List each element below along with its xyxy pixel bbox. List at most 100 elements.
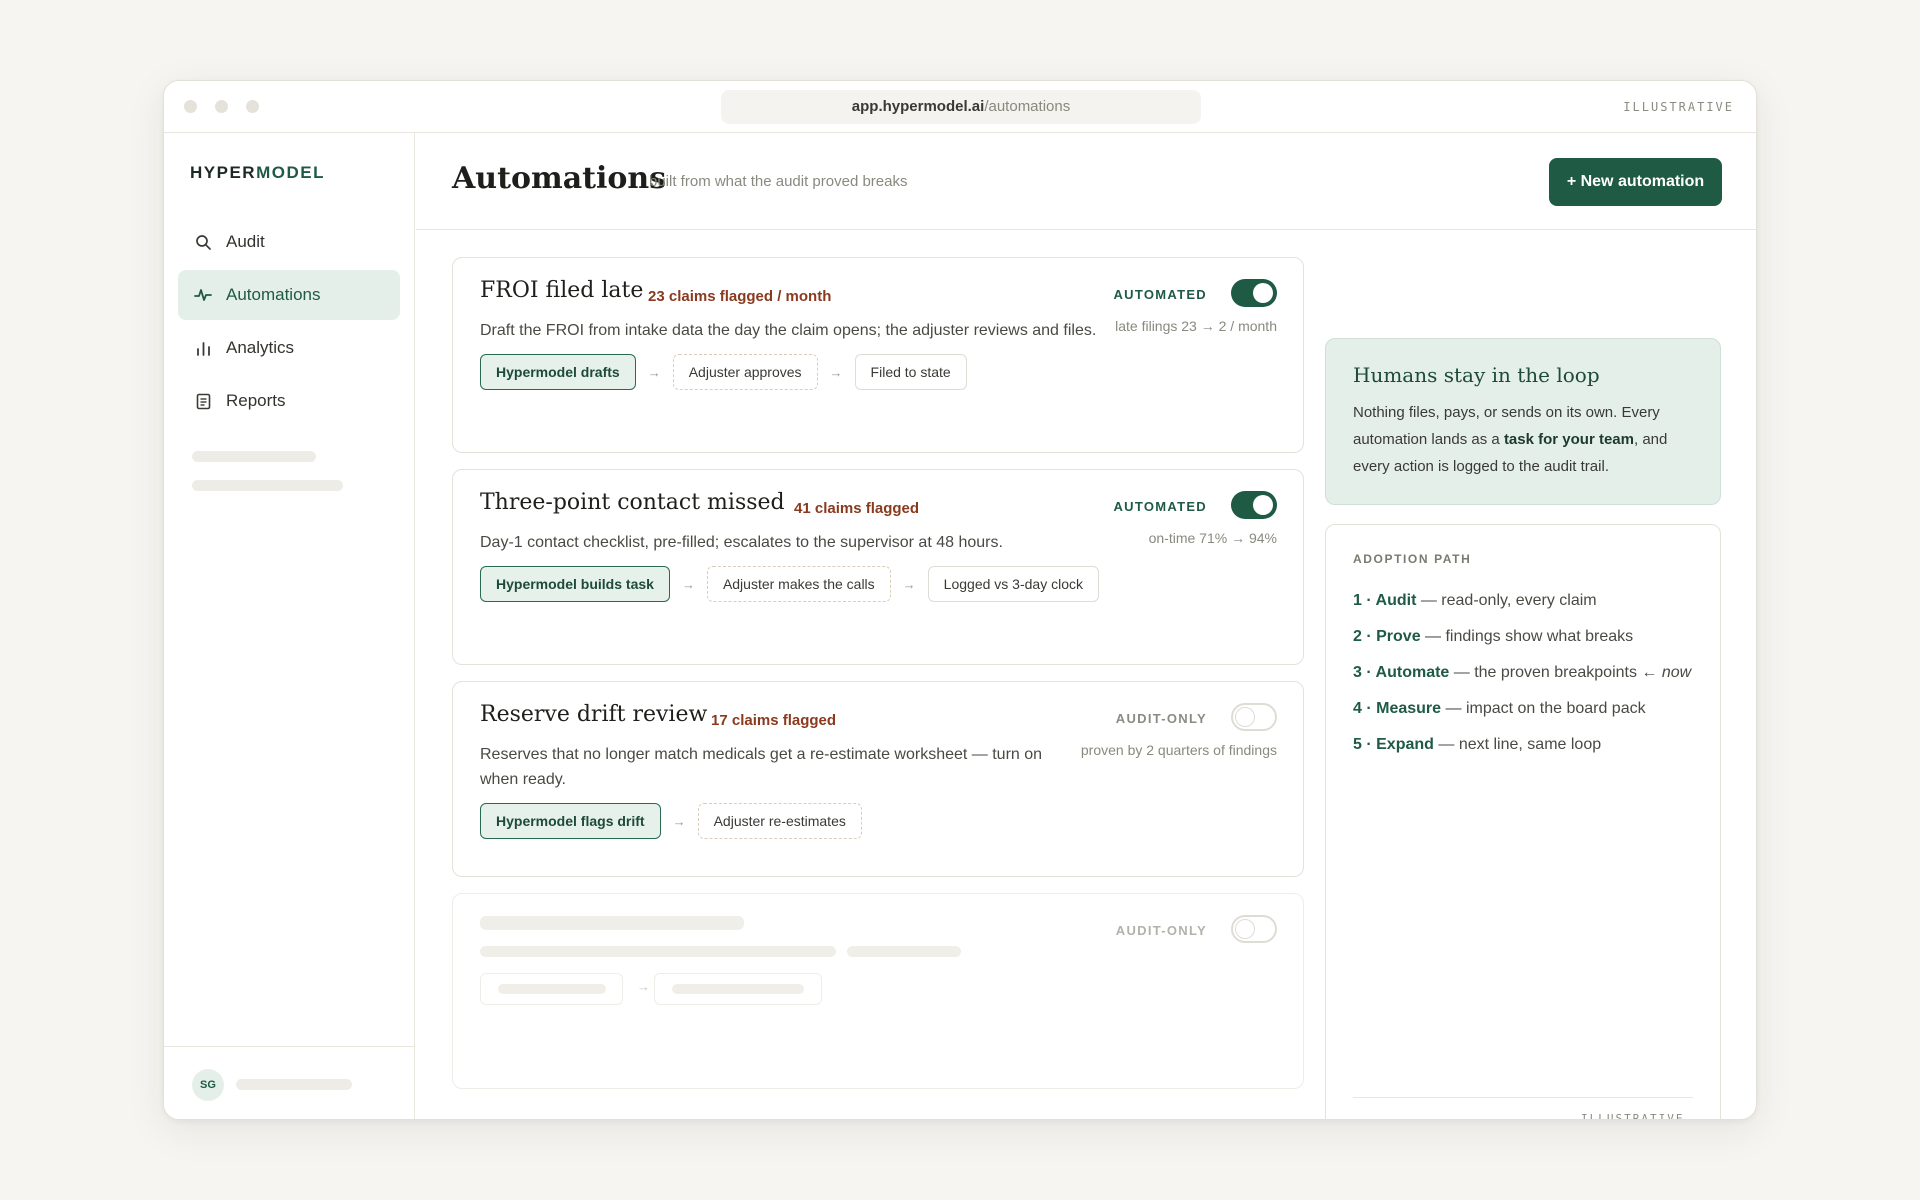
- page-subtitle: built from what the audit proved breaks: [649, 173, 908, 190]
- page-title: Automations: [452, 161, 667, 196]
- sidebar-item-label: Audit: [226, 232, 265, 251]
- status-label: AUTOMATED: [1113, 287, 1207, 302]
- adoption-step: 3 · Automate — the proven breakpoints ← …: [1353, 655, 1691, 691]
- step-chip: Adjuster makes the calls: [706, 566, 891, 602]
- toggle-knob: [1253, 283, 1273, 303]
- browser-window: app.hypermodel.ai/automations ILLUSTRATI…: [163, 80, 1757, 1120]
- step-chip: Hypermodel flags drift: [480, 803, 661, 839]
- workflow-steps: Hypermodel flags drift → Adjuster re-est…: [480, 803, 862, 839]
- text-placeholder: [480, 946, 836, 957]
- avatar[interactable]: SG: [192, 1069, 224, 1101]
- automation-card-froi[interactable]: FROI filed late 23 claims flagged / mont…: [452, 257, 1304, 453]
- adoption-step: 2 · Prove — findings show what breaks: [1353, 619, 1691, 655]
- step-chip: Adjuster approves: [672, 354, 818, 390]
- automation-toggle[interactable]: [1231, 703, 1277, 731]
- address-bar[interactable]: app.hypermodel.ai/automations: [721, 90, 1201, 124]
- panel-title: Humans stay in the loop: [1353, 363, 1600, 387]
- new-automation-button[interactable]: + New automation: [1549, 158, 1722, 206]
- automation-toggle[interactable]: [1231, 915, 1277, 943]
- toggle-knob: [1235, 707, 1255, 727]
- step-name: Automate: [1375, 664, 1450, 681]
- chip-text-placeholder: [498, 984, 606, 994]
- step-name: Measure: [1376, 700, 1442, 717]
- user-name-placeholder: [236, 1079, 352, 1090]
- sidebar-item-audit[interactable]: Audit: [178, 217, 400, 267]
- adoption-step: 5 · Expand — next line, same loop: [1353, 727, 1691, 763]
- adoption-path-panel: ADOPTION PATH 1 · Audit — read-only, eve…: [1325, 524, 1721, 1119]
- card-title: Reserve drift review: [480, 702, 708, 727]
- humans-in-loop-panel: Humans stay in the loop Nothing files, p…: [1325, 338, 1721, 505]
- window-minimize-dot[interactable]: [215, 100, 228, 113]
- sidebar-item-reports[interactable]: Reports: [178, 376, 400, 426]
- automation-card-three-point-contact[interactable]: Three-point contact missed 41 claims fla…: [452, 469, 1304, 665]
- step-description: — next line, same loop: [1433, 736, 1602, 753]
- logo-text-model: MODEL: [256, 163, 325, 182]
- card-title: FROI filed late: [480, 278, 644, 303]
- claims-flagged-badge: 23 claims flagged / month: [648, 288, 832, 305]
- main-content: Automations built from what the audit pr…: [416, 133, 1756, 1119]
- toggle-knob: [1253, 495, 1273, 515]
- arrow-right-icon: →: [647, 364, 661, 380]
- step-number: 5 ·: [1353, 736, 1377, 753]
- adoption-steps-list: 1 · Audit — read-only, every claim 2 · P…: [1353, 583, 1691, 763]
- automation-card-placeholder[interactable]: AUDIT-ONLY →: [452, 893, 1304, 1089]
- workflow-steps: Hypermodel drafts → Adjuster approves → …: [480, 354, 967, 390]
- workflow-steps: Hypermodel builds task → Adjuster makes …: [480, 566, 1099, 602]
- status-label: AUDIT-ONLY: [1115, 711, 1207, 726]
- arrow-right-icon: →: [902, 576, 916, 592]
- card-title: Three-point contact missed: [480, 490, 785, 515]
- step-number: 2 ·: [1353, 628, 1377, 645]
- current-step-marker: now: [1661, 664, 1692, 681]
- bar-chart-icon: [194, 339, 212, 357]
- page-header: Automations built from what the audit pr…: [416, 133, 1756, 230]
- document-icon: [194, 392, 212, 410]
- step-description: — read-only, every claim: [1416, 592, 1597, 609]
- step-chip-placeholder: [654, 973, 822, 1005]
- automation-toggle[interactable]: [1231, 491, 1277, 519]
- sidebar: HYPERMODEL Audit Automations Analytics R…: [164, 133, 415, 1119]
- step-description: — findings show what breaks: [1420, 628, 1634, 645]
- automation-toggle[interactable]: [1231, 279, 1277, 307]
- chip-text-placeholder: [672, 984, 804, 994]
- panel-heading: ADOPTION PATH: [1353, 552, 1472, 566]
- url-host: app.hypermodel.ai: [851, 98, 985, 115]
- adoption-step: 1 · Audit — read-only, every claim: [1353, 583, 1691, 619]
- search-icon: [194, 233, 212, 251]
- step-description: — impact on the board pack: [1441, 700, 1646, 717]
- pulse-icon: [194, 286, 212, 304]
- panel-text: Nothing files, pays, or sends on its own…: [1353, 399, 1703, 480]
- card-metric: late filings 23 → 2 / month: [1115, 318, 1277, 334]
- browser-titlebar: app.hypermodel.ai/automations ILLUSTRATI…: [164, 81, 1756, 133]
- panel-text-emphasis: task for your team: [1503, 431, 1634, 448]
- card-metric: on-time 71% → 94%: [1148, 530, 1277, 546]
- arrow-right-icon: →: [672, 813, 686, 829]
- sidebar-item-analytics[interactable]: Analytics: [178, 323, 400, 373]
- card-description: Day-1 contact checklist, pre-filled; esc…: [480, 534, 1003, 551]
- arrow-right-icon: →: [829, 364, 843, 380]
- sidebar-footer: SG: [164, 1046, 414, 1119]
- claims-flagged-badge: 17 claims flagged: [711, 712, 837, 729]
- window-close-dot[interactable]: [184, 100, 197, 113]
- card-description-line: when ready.: [480, 771, 566, 788]
- step-description: — the proven breakpoints ←: [1449, 664, 1662, 681]
- step-chip: Logged vs 3-day clock: [927, 566, 1099, 602]
- hypermodel-logo[interactable]: HYPERMODEL: [190, 163, 325, 183]
- adoption-step: 4 · Measure — impact on the board pack: [1353, 691, 1691, 727]
- automation-card-reserve-drift[interactable]: Reserve drift review 17 claims flagged A…: [452, 681, 1304, 877]
- sidebar-item-automations[interactable]: Automations: [178, 270, 400, 320]
- step-name: Expand: [1376, 736, 1434, 753]
- sidebar-placeholder: [192, 451, 316, 462]
- step-number: 3 ·: [1353, 664, 1376, 681]
- window-maximize-dot[interactable]: [246, 100, 259, 113]
- illustrative-label: ILLUSTRATIVE: [1623, 100, 1734, 114]
- arrow-right-icon: →: [681, 576, 695, 592]
- step-chip-placeholder: [480, 973, 623, 1005]
- arrow-right-icon: →: [637, 979, 650, 994]
- status-label: AUDIT-ONLY: [1115, 923, 1207, 938]
- url-path: /automations: [984, 98, 1071, 115]
- panel-footer: ILLUSTRATIVE DATA: [1353, 1097, 1693, 1119]
- card-description: Reserves that no longer match medicals g…: [480, 742, 1042, 792]
- step-chip: Hypermodel builds task: [480, 566, 670, 602]
- step-number: 4 ·: [1353, 700, 1377, 717]
- sidebar-item-label: Reports: [226, 391, 286, 410]
